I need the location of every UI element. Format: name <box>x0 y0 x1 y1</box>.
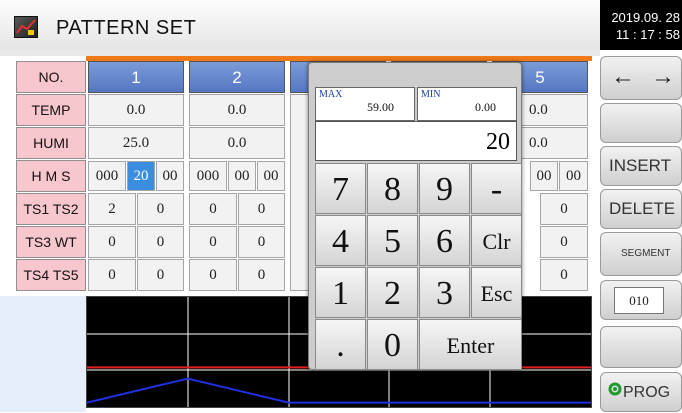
prev-arrow-icon[interactable]: ← <box>611 63 635 91</box>
key-3[interactable]: 3 <box>419 267 470 318</box>
key-8[interactable]: 8 <box>367 163 418 214</box>
segment-field-frame: 010 <box>600 280 682 320</box>
key-6[interactable]: 6 <box>419 215 470 266</box>
ts2-cell-2[interactable]: 0 <box>238 193 285 225</box>
ts5-cell-2[interactable]: 0 <box>238 259 285 291</box>
ts2-cell-1[interactable]: 0 <box>137 193 184 225</box>
row-label-ts3-wt: TS3 WT <box>16 226 86 258</box>
key-0[interactable]: 0 <box>367 319 418 370</box>
hours-cell-1[interactable]: 000 <box>88 161 126 191</box>
max-label: MAX <box>319 89 343 100</box>
row-label-hms: H M S <box>16 160 86 192</box>
min-box: MIN 0.00 <box>417 87 517 121</box>
key-4[interactable]: 4 <box>315 215 366 266</box>
clear-key[interactable]: Clr <box>471 215 522 266</box>
segment-nav: ← → <box>600 56 682 100</box>
row-label-ts4-ts5: TS4 TS5 <box>16 259 86 291</box>
temp-cell-2[interactable]: 0.0 <box>189 94 285 126</box>
key-minus[interactable]: - <box>471 163 522 214</box>
key-9[interactable]: 9 <box>419 163 470 214</box>
row-label-humi: HUMI <box>16 127 86 159</box>
hours-cell-2[interactable]: 000 <box>189 161 227 191</box>
max-box: MAX 59.00 <box>315 87 415 121</box>
ts4-cell-1[interactable]: 0 <box>88 259 136 291</box>
minutes-cell-2[interactable]: 00 <box>228 161 256 191</box>
wt-cell-1[interactable]: 0 <box>137 226 184 258</box>
min-value: 0.00 <box>475 100 496 114</box>
ts3-cell-2[interactable]: 0 <box>189 226 237 258</box>
clock: 2019.09. 28 11 : 17 : 58 <box>600 0 682 50</box>
ts1-cell-1[interactable]: 2 <box>88 193 136 225</box>
clock-time: 11 : 17 : 58 <box>615 27 680 42</box>
chart-left-margin <box>0 296 86 412</box>
enter-key[interactable]: Enter <box>419 319 522 370</box>
row-label-temp: TEMP <box>16 94 86 126</box>
seconds-cell-1[interactable]: 00 <box>156 161 184 191</box>
wt-cell-2[interactable]: 0 <box>238 226 285 258</box>
segment-header-1[interactable]: 1 <box>88 61 184 93</box>
ts5-cell-5[interactable]: 0 <box>540 259 588 291</box>
key-2[interactable]: 2 <box>367 267 418 318</box>
segment-button[interactable]: SEGMENT <box>600 232 682 276</box>
row-label-ts1-ts2: TS1 TS2 <box>16 193 86 225</box>
wt-cell-5[interactable]: 0 <box>540 226 588 258</box>
ts2-cell-5[interactable]: 0 <box>540 193 588 225</box>
numeric-keypad: MAX 59.00 MIN 0.00 20 7 8 9-4 5 6 Clr 1 2 3 Esc. 0… <box>308 62 522 370</box>
ts3-cell-1[interactable]: 0 <box>88 226 136 258</box>
blank-button-2[interactable] <box>600 326 682 368</box>
seconds-cell-2[interactable]: 00 <box>257 161 285 191</box>
key-7[interactable]: 7 <box>315 163 366 214</box>
key-5[interactable]: 5 <box>367 215 418 266</box>
delete-button[interactable]: DELETE <box>600 189 682 229</box>
key-decimal[interactable]: . <box>315 319 366 370</box>
minutes-cell-5[interactable]: 00 <box>530 161 558 191</box>
ts1-cell-2[interactable]: 0 <box>189 193 237 225</box>
temp-cell-1[interactable]: 0.0 <box>88 94 184 126</box>
chart-series-line-2 <box>86 377 591 404</box>
blank-button-1[interactable] <box>600 103 682 143</box>
humi-cell-1[interactable]: 25.0 <box>88 127 184 159</box>
keypad-display[interactable]: 20 <box>315 121 517 161</box>
row-label-no: NO. <box>16 61 86 93</box>
segment-header-2[interactable]: 2 <box>189 61 285 93</box>
ts4-cell-2[interactable]: 0 <box>189 259 237 291</box>
gear-icon <box>607 373 623 413</box>
ts5-cell-1[interactable]: 0 <box>137 259 184 291</box>
page-title: PATTERN SET <box>56 17 197 39</box>
pattern-program-icon <box>14 16 38 38</box>
minutes-cell-1[interactable]: 20 <box>127 161 155 191</box>
segment-number-field[interactable]: 010 <box>614 287 664 314</box>
key-1[interactable]: 1 <box>315 267 366 318</box>
max-value: 59.00 <box>367 100 394 114</box>
min-label: MIN <box>421 89 441 100</box>
insert-button[interactable]: INSERT <box>600 146 682 186</box>
next-arrow-icon[interactable]: → <box>651 63 675 91</box>
humi-cell-2[interactable]: 0.0 <box>189 127 285 159</box>
clock-date: 2019.09. 28 <box>611 10 680 25</box>
escape-key[interactable]: Esc <box>471 267 522 318</box>
prog-label: PROG <box>623 384 671 402</box>
seconds-cell-5[interactable]: 00 <box>559 161 588 191</box>
prog-button[interactable]: PROG <box>600 372 682 412</box>
